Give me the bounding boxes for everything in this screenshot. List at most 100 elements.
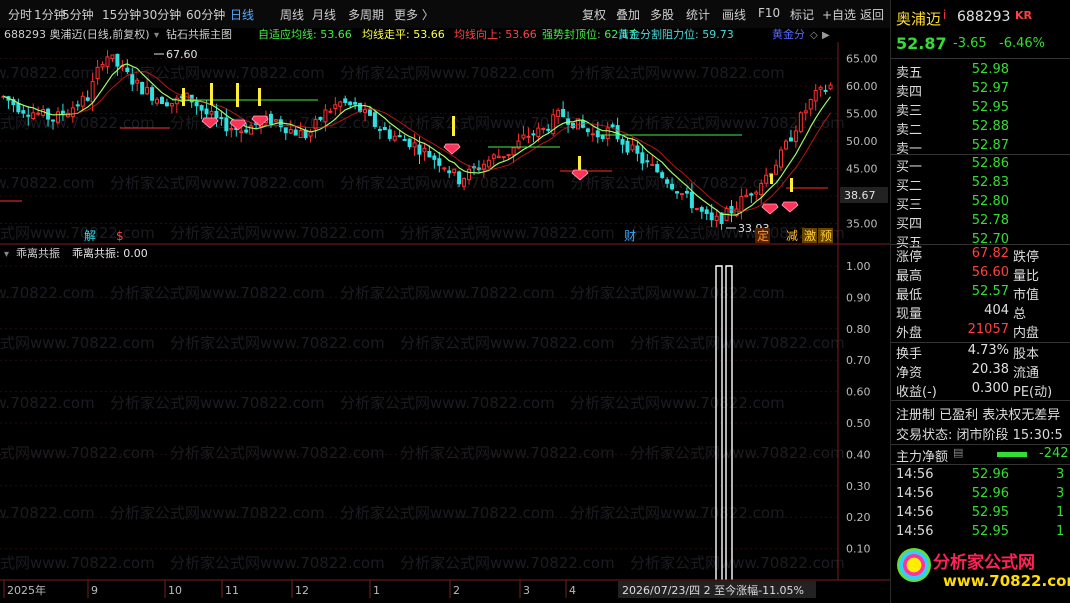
candle-body [496,155,501,159]
bid-row[interactable]: 买二 52.83 [891,175,1070,195]
ask-row[interactable]: 卖一 52.87 [891,138,1070,158]
signal-bar [258,88,261,106]
indicator-value-0: 自适应均线: 53.66 [258,28,352,41]
list-icon[interactable]: ▤ [953,446,963,459]
candle-body [793,130,798,143]
candle-body [164,102,169,107]
tick-row: 14:56 52.95 1 [891,505,1070,525]
candle-body [709,212,714,221]
y-tick-label: 50.00 [846,135,878,148]
ask-row[interactable]: 卖二 52.88 [891,119,1070,139]
bid-row[interactable]: 买四 52.78 [891,213,1070,233]
candle-body [174,97,179,105]
toolbar-tab-9[interactable]: 多周期 [348,6,384,23]
candle-body [640,152,645,164]
toolbar-tab-3[interactable]: 15分钟 [102,6,141,23]
candle-body [620,139,625,145]
candle-body [457,171,462,185]
stat-label-2: 量比 [1013,269,1040,284]
toolbar-btn-8[interactable]: 返回 [860,6,884,23]
stat-label: 现量 [896,307,923,322]
candle-body [749,193,754,196]
candle-body [650,163,655,166]
candle-body [95,66,100,80]
candle-body [372,112,377,127]
watermark-text: 分析家公式网www.70822.com [400,224,615,242]
bid-row[interactable]: 买三 52.80 [891,194,1070,214]
candle-body [293,129,298,136]
stock-name: 奥浦迈 [896,10,942,28]
candle-body [442,167,447,170]
toolbar-btn-7[interactable]: +自选 [822,6,856,23]
candle-body [348,101,353,106]
candle-body [679,193,684,196]
candle-body [392,135,397,141]
toolbar-btn-1[interactable]: 叠加 [616,6,640,23]
candle-body [655,164,660,173]
stat-label-2: 跌停 [1013,250,1040,265]
stat2-value: 20.38 [971,362,1009,377]
toolbar-tab-0[interactable]: 分时 [8,6,32,23]
watermark-text: 分析家公式网www.70822.com [570,64,785,82]
toolbar-tab-5[interactable]: 60分钟 [186,6,225,23]
candle-body [447,170,452,174]
chevron-down-icon[interactable]: ▾ [4,249,9,260]
toolbar-tab-1[interactable]: 1分钟 [34,6,66,23]
toolbar-tab-4[interactable]: 30分钟 [142,6,181,23]
x-tick-label: 11 [225,584,239,597]
signal-label: 解 [84,229,96,243]
sub-y-tick-label: 0.30 [846,480,871,493]
x-tick-label: 1 [373,584,380,597]
chart-area[interactable]: 分析家公式网www.70822.com 分析家公式网www.70822.com 分析… [0,28,890,603]
x-tick-label: 4 [569,584,576,597]
toolbar-tab-10[interactable]: 更多 〉 [394,6,434,23]
watermark-text: 分析家公式网www.70822.com [340,174,555,192]
candle-body [541,128,546,131]
candle-body [140,81,145,95]
ask-row[interactable]: 卖四 52.97 [891,81,1070,101]
toolbar-btn-3[interactable]: 统计 [686,6,710,23]
ask-row[interactable]: 卖三 52.95 [891,100,1070,120]
candle-body [462,177,467,187]
toolbar-btn-2[interactable]: 多股 [650,6,674,23]
signal-bar [452,116,455,136]
candle-body [125,67,130,72]
main-flow-row[interactable]: 主力净额 ▤ -242 [891,446,1070,466]
candle-body [511,147,516,156]
ask-price: 52.98 [971,62,1009,77]
watermark-text: 分析家公式网www.70822.com [570,284,785,302]
toolbar-btn-5[interactable]: F10 [758,6,780,20]
toolbar-tab-8[interactable]: 月线 [312,6,336,23]
candle-body [343,98,348,104]
toolbar-btn-6[interactable]: 标记 [790,6,814,23]
sub-y-tick-label: 0.10 [846,543,871,556]
bid-row[interactable]: 买一 52.86 [891,156,1070,176]
ask-row[interactable]: 卖五 52.98 [891,62,1070,82]
toolbar-tab-2[interactable]: 5分钟 [62,6,94,23]
caret-right-icon[interactable]: ▶ [822,30,830,41]
toolbar-tab-7[interactable]: 周线 [280,6,304,23]
candle-body [561,108,566,117]
toolbar-btn-4[interactable]: 画线 [722,6,746,23]
toolbar-btn-0[interactable]: 复权 [582,6,606,23]
sub-y-tick-label: 0.80 [846,323,871,336]
watermark-text: 分析家公式网www.70822.com [400,334,615,352]
candle-body [328,110,333,113]
stat2-row: 收益(-) 0.300 PE(动) [891,381,1070,401]
info-icon[interactable]: i [943,8,946,22]
toolbar-tab-6[interactable]: 日线 [230,6,254,23]
candle-body [209,110,214,115]
sub-y-tick-label: 0.90 [846,291,871,304]
candle-body [635,145,640,154]
tick-time: 14:56 [896,505,934,520]
formula-name[interactable]: 钻石共振主图 [166,28,232,41]
tick-time: 14:56 [896,486,934,501]
x-tick-label: 3 [523,584,530,597]
candle-body [689,191,694,209]
tick-row: 14:56 52.96 3 [891,486,1070,506]
candle-body [813,89,818,102]
stat2-label-2: 流通 [1013,366,1040,381]
stat2-label-2: PE(动) [1013,385,1053,400]
chevron-down-icon[interactable]: ▾ [154,30,159,41]
watermark-text: 分析家公式网www.70822.com [630,444,845,462]
